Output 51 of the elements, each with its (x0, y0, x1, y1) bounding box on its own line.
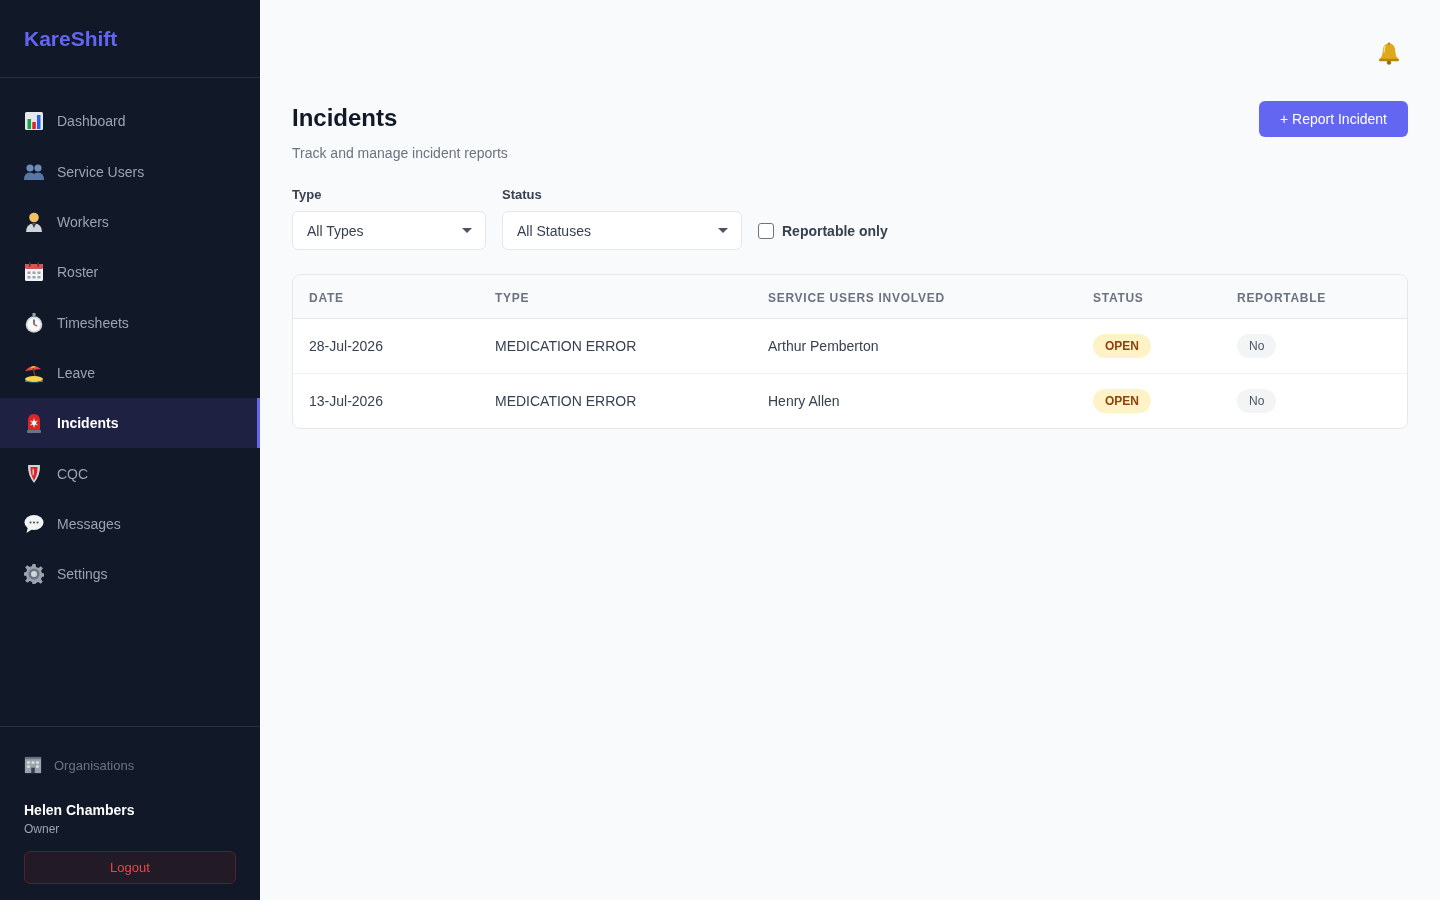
filter-label: Status (502, 186, 542, 204)
organisations-link[interactable]: Organisations (24, 755, 135, 775)
bar-chart-icon (24, 111, 44, 132)
table-cell: MEDICATION ERROR (495, 338, 637, 354)
column-header: TYPE (495, 290, 530, 305)
nav-item[interactable]: CQC (0, 448, 260, 499)
nav-item[interactable]: Service Users (0, 146, 260, 197)
column-header: DATE (309, 290, 344, 305)
nav-item[interactable]: Roster (0, 247, 260, 298)
speech-bubble-icon (24, 513, 44, 534)
people-icon (24, 161, 44, 182)
calendar-icon (24, 262, 44, 283)
settings-icon (24, 564, 44, 585)
page-subtitle: Track and manage incident reports (292, 144, 508, 163)
building-icon (24, 756, 42, 774)
nav-item[interactable]: Timesheets (0, 297, 260, 348)
column-header: STATUS (1093, 290, 1144, 305)
nav-item[interactable]: Dashboard (0, 96, 260, 147)
caret-icon (718, 228, 728, 233)
nav-item[interactable]: Workers (0, 196, 260, 248)
notification-bell-icon[interactable] (1378, 42, 1400, 65)
type-select[interactable]: All Types (292, 211, 486, 250)
table-cell: Arthur Pemberton (768, 338, 879, 354)
reportable-badge: No (1237, 334, 1277, 358)
report-incident-button[interactable]: + Report Incident (1259, 101, 1408, 137)
status-badge: OPEN (1093, 334, 1151, 358)
table-cell: Henry Allen (768, 393, 840, 409)
user-name: Helen Chambers (24, 801, 135, 819)
caret-icon (462, 228, 472, 233)
nav-item[interactable]: Messages (0, 498, 260, 550)
table-cell: 28-Jul-2026 (309, 338, 383, 354)
status-select[interactable]: All Statuses (502, 211, 742, 250)
app-logo[interactable]: KareShift (24, 26, 118, 51)
stopwatch-icon (24, 312, 44, 333)
nav-item[interactable]: Settings (0, 549, 260, 600)
reportable-badge: No (1237, 389, 1277, 413)
status-badge: OPEN (1093, 389, 1151, 413)
column-header: SERVICE USERS INVOLVED (768, 290, 945, 305)
user-role: Owner (24, 821, 60, 837)
nav-item[interactable]: Leave (0, 347, 260, 399)
checkbox[interactable] (758, 222, 774, 239)
person-icon (24, 211, 44, 232)
logout-button[interactable]: Logout (24, 851, 236, 884)
page-title: Incidents (292, 103, 399, 133)
column-header: REPORTABLE (1237, 290, 1326, 305)
nav-item[interactable]: Incidents (0, 398, 260, 449)
table-cell: 13-Jul-2026 (309, 393, 383, 409)
siren-icon (24, 413, 44, 434)
checkbox-label[interactable]: Reportable only (782, 222, 888, 239)
table-cell: MEDICATION ERROR (495, 393, 637, 409)
filter-label: Type (292, 186, 322, 204)
